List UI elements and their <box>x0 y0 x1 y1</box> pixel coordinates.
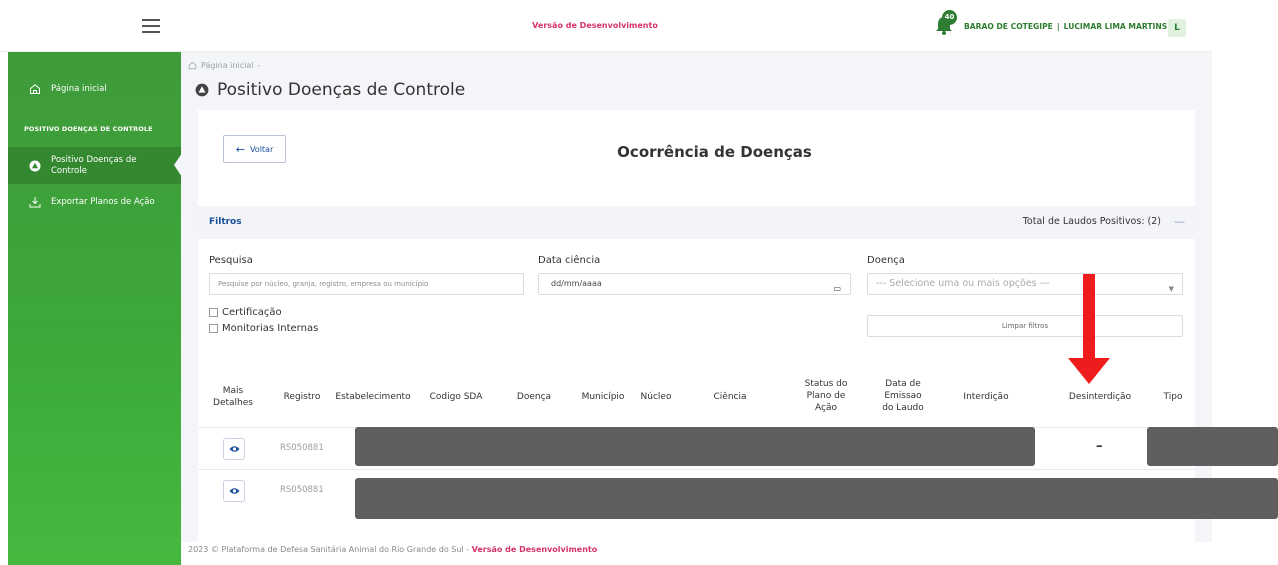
sidebar-section-title: POSITIVO DOENÇAS DE CONTROLE <box>24 125 153 133</box>
checkbox-monitorias[interactable]: Monitorias Internas <box>209 323 318 334</box>
download-icon <box>28 195 42 209</box>
th-interdicao[interactable]: Interdição <box>956 391 1016 403</box>
th-estabelecimento[interactable]: Estabelecimento <box>334 391 412 403</box>
date-label: Data ciência <box>538 255 601 266</box>
footer-text: 2023 © Plataforma de Defesa Sanitária An… <box>188 545 470 554</box>
user-info[interactable]: BARAO DE COTEGIPE | LUCIMAR LIMA MARTINS <box>964 0 1167 54</box>
page-title-text: Positivo Doenças de Controle <box>217 80 466 100</box>
filters-label[interactable]: Filtros <box>209 217 242 227</box>
date-placeholder: dd/mm/aaaa <box>551 279 602 288</box>
sidebar: Página inicial POSITIVO DOENÇAS DE CONTR… <box>8 52 182 565</box>
search-label: Pesquisa <box>209 255 253 266</box>
th-codigo-sda[interactable]: Codigo SDA <box>424 391 488 403</box>
sidebar-item-label: Exportar Planos de Ação <box>51 197 155 207</box>
breadcrumb-separator: - <box>257 61 261 70</box>
th-municipio[interactable]: Município <box>577 391 629 403</box>
redacted-block <box>1147 427 1278 466</box>
cell-registro: RS050881 <box>280 485 324 495</box>
notification-badge: 40 <box>942 10 957 25</box>
red-arrow-annotation <box>1068 274 1110 384</box>
sidebar-item-home[interactable]: Página inicial <box>8 79 181 99</box>
disease-select[interactable]: --- Selecione uma ou mais opções --- ▼ <box>867 273 1183 295</box>
checkbox-box[interactable] <box>209 324 218 333</box>
th-desinterdicao[interactable]: Desinterdição <box>1064 391 1136 403</box>
home-icon <box>28 82 42 96</box>
alert-circle-icon <box>195 83 209 97</box>
th-status-plano[interactable]: Status do Plano de Ação <box>798 378 854 414</box>
sidebar-item-positivo[interactable]: Positivo Doenças de Controle <box>8 147 182 184</box>
th-registro[interactable]: Registro <box>280 391 324 403</box>
user-separator: | <box>1056 22 1060 31</box>
redacted-block <box>355 427 1035 466</box>
checkbox-certificacao[interactable]: Certificação <box>209 307 282 318</box>
th-ciencia[interactable]: Ciência <box>710 391 750 403</box>
avatar[interactable]: L <box>1168 19 1186 37</box>
app-root: Versão de Desenvolvimento 40 BARAO DE CO… <box>0 0 1278 565</box>
home-icon[interactable] <box>188 61 197 70</box>
calendar-icon[interactable]: ▭ <box>833 279 841 299</box>
breadcrumb: Página inicial - <box>188 61 260 70</box>
main-content: Página inicial - Positivo Doenças de Con… <box>181 52 1212 542</box>
filters-bar: Filtros Total de Laudos Positivos: (2) — <box>198 206 1195 239</box>
breadcrumb-home[interactable]: Página inicial <box>201 61 253 70</box>
chevron-down-icon: ▼ <box>1168 285 1174 293</box>
th-doenca[interactable]: Doença <box>512 391 556 403</box>
page-title: Positivo Doenças de Controle <box>195 80 465 100</box>
disease-label: Doença <box>867 255 905 266</box>
total-positives: Total de Laudos Positivos: (2) <box>1022 216 1161 227</box>
user-location: BARAO DE COTEGIPE <box>964 22 1053 31</box>
eye-icon[interactable] <box>223 480 245 502</box>
card-title: Ocorrência de Doenças <box>617 143 812 161</box>
redacted-block <box>355 478 1278 519</box>
th-data-emissao[interactable]: Data de Emissao do Laudo <box>878 378 928 414</box>
th-nucleo[interactable]: Núcleo <box>636 391 676 403</box>
sidebar-item-label: Positivo Doenças de Controle <box>51 154 137 176</box>
checkbox-box[interactable] <box>209 308 218 317</box>
eye-icon[interactable] <box>223 438 245 460</box>
collapse-icon[interactable]: — <box>1174 215 1185 228</box>
user-name: LUCIMAR LIMA MARTINS <box>1063 22 1168 31</box>
th-tipo[interactable]: Tipo <box>1158 391 1188 403</box>
alert-circle-icon <box>28 159 42 173</box>
clear-filters-button[interactable]: Limpar filtros <box>867 315 1183 337</box>
footer: 2023 © Plataforma de Defesa Sanitária An… <box>188 545 597 554</box>
th-details: Mais Detalhes <box>213 386 253 408</box>
disease-placeholder: --- Selecione uma ou mais opções --- <box>876 278 1050 289</box>
sidebar-item-exportar[interactable]: Exportar Planos de Ação <box>8 192 181 212</box>
footer-brand: Versão de Desenvolvimento <box>471 545 598 554</box>
search-input[interactable]: Pesquise por núcleo, granja, registro, e… <box>209 273 524 295</box>
sidebar-item-label: Página inicial <box>51 84 107 94</box>
date-input[interactable]: dd/mm/aaaa ▭ <box>538 273 851 295</box>
checkbox-label: Certificação <box>222 307 282 318</box>
top-bar: Versão de Desenvolvimento 40 BARAO DE CO… <box>0 0 1212 52</box>
checkbox-label: Monitorias Internas <box>222 323 319 334</box>
cell-registro: RS050881 <box>280 443 324 453</box>
cell-desinterdicao: – <box>1096 439 1103 454</box>
